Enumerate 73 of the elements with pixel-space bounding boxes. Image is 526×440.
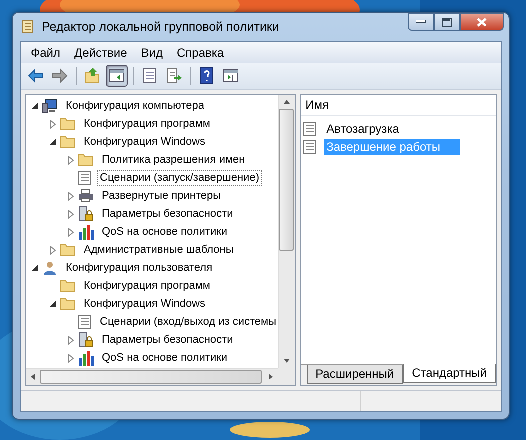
bar-chart-icon <box>78 350 94 366</box>
tree-item[interactable]: Политика разрешения имен <box>99 152 248 168</box>
tree-item[interactable]: Административные шаблоны <box>81 242 237 258</box>
bar-chart-icon <box>78 224 94 240</box>
collapse-arrow-icon[interactable] <box>49 138 57 146</box>
maximize-icon <box>442 18 452 26</box>
expand-arrow-icon[interactable] <box>68 354 74 362</box>
tree-item[interactable]: Конфигурация компьютера <box>63 98 208 114</box>
document-arrow-icon <box>165 67 183 85</box>
expand-arrow-icon[interactable] <box>68 210 74 218</box>
tree-item[interactable]: Параметры безопасности <box>99 206 236 222</box>
scrollbar-thumb[interactable] <box>40 370 262 384</box>
expand-arrow-icon[interactable] <box>68 336 74 344</box>
folder-icon <box>60 243 76 257</box>
menu-item[interactable]: Файл <box>24 44 68 62</box>
folder-icon <box>60 135 76 149</box>
script-icon <box>78 314 92 330</box>
close-button[interactable] <box>460 13 504 31</box>
script-icon <box>302 122 317 136</box>
folder-icon <box>60 279 76 293</box>
folder-icon <box>60 297 76 311</box>
tree-item[interactable]: Конфигурация Windows <box>81 134 208 150</box>
window-title: Редактор локальной групповой политики <box>42 20 280 34</box>
security-icon <box>78 332 94 348</box>
help-icon <box>198 67 216 85</box>
horizontal-scrollbar[interactable] <box>26 368 278 385</box>
tab[interactable]: Расширенный <box>306 365 404 384</box>
tree-item[interactable]: QoS на основе политики <box>99 350 231 366</box>
column-header[interactable]: Имя <box>306 98 329 112</box>
minimize-icon <box>416 20 426 24</box>
expand-arrow-icon[interactable] <box>50 120 56 128</box>
maximize-button[interactable] <box>434 13 460 31</box>
list-item[interactable]: Автозагрузка <box>324 121 402 137</box>
expand-arrow-icon[interactable] <box>68 228 74 236</box>
tree-item[interactable]: Конфигурация Windows <box>81 296 208 312</box>
pane-icon <box>222 67 240 85</box>
printer-icon <box>78 189 94 203</box>
expand-arrow-icon[interactable] <box>68 156 74 164</box>
collapse-arrow-icon[interactable] <box>31 102 39 110</box>
menu-item[interactable]: Справка <box>170 44 232 62</box>
tree-item[interactable]: Развернутые принтеры <box>99 188 224 204</box>
menu-item[interactable]: Вид <box>134 44 170 62</box>
folder-icon <box>78 153 94 167</box>
forward-arrow-icon <box>51 67 69 85</box>
minimize-button[interactable] <box>408 13 434 31</box>
tab[interactable]: Стандартный <box>403 364 496 383</box>
tree-item[interactable]: Конфигурация программ <box>81 278 214 294</box>
pane-icon <box>108 67 126 85</box>
tree-item[interactable]: Сценарии (запуск/завершение) <box>97 170 262 186</box>
security-icon <box>78 206 94 222</box>
tree-item[interactable]: Сценарии (вход/выход из системы <box>97 314 278 330</box>
computer-icon <box>42 98 58 114</box>
user-icon <box>42 260 58 276</box>
scroll-icon <box>20 19 36 35</box>
back-arrow-icon <box>27 67 45 85</box>
folder-icon <box>60 117 76 131</box>
collapse-arrow-icon[interactable] <box>49 300 57 308</box>
close-icon <box>477 18 487 26</box>
menu-item[interactable]: Действие <box>68 44 134 62</box>
script-icon <box>302 140 317 154</box>
toolbar-button[interactable] <box>106 65 128 87</box>
tree-item[interactable]: QoS на основе политики <box>99 224 231 240</box>
document-icon <box>141 67 159 85</box>
tree-item[interactable]: Параметры безопасности <box>99 332 236 348</box>
expand-arrow-icon[interactable] <box>50 246 56 254</box>
folder-up-icon <box>84 67 102 85</box>
tree-item[interactable]: Конфигурация пользователя <box>63 260 216 276</box>
expand-arrow-icon[interactable] <box>68 192 74 200</box>
scrollbar-thumb[interactable] <box>279 109 294 251</box>
script-icon <box>78 170 92 186</box>
collapse-arrow-icon[interactable] <box>31 264 39 272</box>
vertical-scrollbar[interactable] <box>278 95 295 368</box>
tree-item[interactable]: Конфигурация программ <box>81 116 214 132</box>
